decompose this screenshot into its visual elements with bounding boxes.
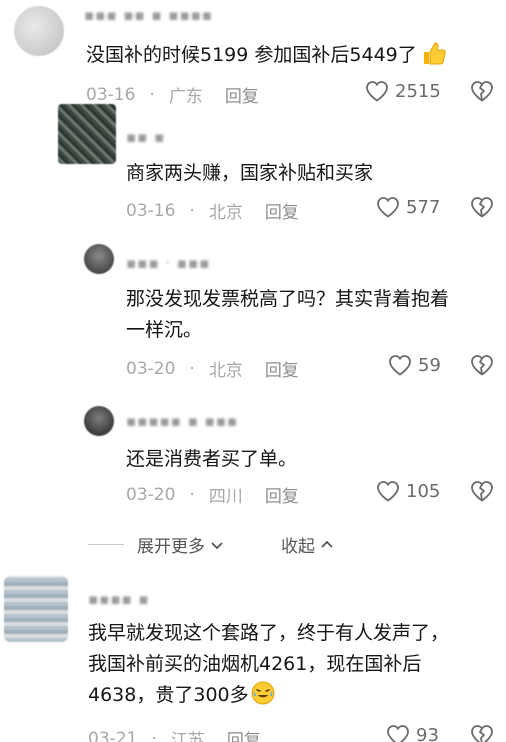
avatar[interactable] xyxy=(58,104,116,164)
replies-toggle-row: 展开更多 收起 xyxy=(0,530,506,558)
like-button[interactable]: 93 xyxy=(386,724,439,742)
like-count: 93 xyxy=(416,724,439,742)
like-count: 2515 xyxy=(395,80,441,102)
reply-button[interactable]: 回复 xyxy=(265,198,299,223)
dislike-button[interactable] xyxy=(470,80,494,106)
heart-outline-icon xyxy=(389,355,411,376)
dislike-button[interactable] xyxy=(470,354,494,380)
reply-button[interactable]: 回复 xyxy=(265,482,299,507)
dislike-button[interactable] xyxy=(470,196,494,222)
broken-heart-icon xyxy=(471,81,493,102)
avatar[interactable] xyxy=(4,576,68,642)
comment-location: 广东 xyxy=(168,87,203,107)
crying-laughing-emoji-icon xyxy=(251,681,275,705)
like-button[interactable]: 577 xyxy=(376,196,440,218)
comment-location: 江苏 xyxy=(170,731,205,742)
thumbs-up-emoji-icon xyxy=(421,40,447,66)
heart-outline-icon xyxy=(377,197,399,218)
avatar[interactable] xyxy=(84,406,114,436)
comment-meta: 03-20 · 北京 回复 xyxy=(126,356,299,382)
separator-dot: · xyxy=(189,200,195,221)
comment-meta: 03-16 · 北京 回复 xyxy=(126,198,299,224)
expand-more-button[interactable]: 展开更多 xyxy=(137,532,225,557)
blurred-username[interactable]: ▪▪▪ · ▪▪▪ xyxy=(126,254,210,272)
collapse-button[interactable]: 收起 xyxy=(281,532,335,557)
reply-button[interactable]: 回复 xyxy=(225,82,259,107)
comment-location: 四川 xyxy=(208,487,243,507)
separator-dot: · xyxy=(189,484,195,505)
reply-button[interactable]: 回复 xyxy=(265,356,299,381)
like-count: 577 xyxy=(406,196,441,218)
heart-outline-icon xyxy=(377,481,399,502)
broken-heart-icon xyxy=(471,481,493,502)
like-count: 105 xyxy=(406,480,441,502)
comment-date: 03-20 xyxy=(126,484,176,505)
comment-text: 还是消费者买了单。 xyxy=(126,448,298,470)
like-count: 59 xyxy=(418,354,441,376)
chevron-up-icon xyxy=(321,540,333,548)
blurred-username[interactable]: ▪▪▪ ▪▪ ▪ ▪▪▪▪ xyxy=(84,6,213,24)
dislike-button[interactable] xyxy=(470,724,494,742)
avatar[interactable] xyxy=(84,244,114,274)
avatar[interactable] xyxy=(14,6,64,56)
comment-meta: 03-21 · 江苏 回复 xyxy=(88,726,261,742)
comment-location: 北京 xyxy=(208,361,243,381)
blurred-username[interactable]: ▪▪ ▪ xyxy=(126,128,165,146)
comment-date: 03-21 xyxy=(88,728,138,742)
blurred-username[interactable]: ▪▪▪▪ ▪ xyxy=(88,590,150,608)
comment-date: 03-16 xyxy=(126,200,176,221)
comment-meta: 03-20 · 四川 回复 xyxy=(126,482,299,508)
comment-text: 那没发现发票税高了吗？其实背着抱着 一样沉。 xyxy=(126,288,450,341)
separator-dot: · xyxy=(189,358,195,379)
comment-location: 北京 xyxy=(208,203,243,223)
comment-date: 03-16 xyxy=(86,84,136,105)
comment-text: 我早就发现这个套路了，终于有人发声了， 我国补前买的油烟机4261，现在国补后 … xyxy=(88,622,450,706)
divider-line xyxy=(88,544,124,545)
dislike-button[interactable] xyxy=(470,480,494,506)
comment-text: 没国补的时候5199 参加国补后5449了 xyxy=(86,40,447,71)
like-button[interactable]: 105 xyxy=(376,480,440,502)
broken-heart-icon xyxy=(471,725,493,742)
chevron-down-icon xyxy=(211,541,223,549)
separator-dot: · xyxy=(149,84,155,105)
comment-text: 商家两头赚，国家补贴和买家 xyxy=(126,162,374,184)
broken-heart-icon xyxy=(471,197,493,218)
separator-dot: · xyxy=(151,728,157,742)
like-button[interactable]: 2515 xyxy=(365,80,441,102)
broken-heart-icon xyxy=(471,355,493,376)
heart-outline-icon xyxy=(366,81,388,102)
comment-date: 03-20 xyxy=(126,358,176,379)
heart-outline-icon xyxy=(387,725,409,742)
like-button[interactable]: 59 xyxy=(388,354,441,376)
reply-button[interactable]: 回复 xyxy=(227,726,261,742)
blurred-username[interactable]: ▪▪▪▪▪ ▪ ▪▪▪ xyxy=(126,412,238,430)
